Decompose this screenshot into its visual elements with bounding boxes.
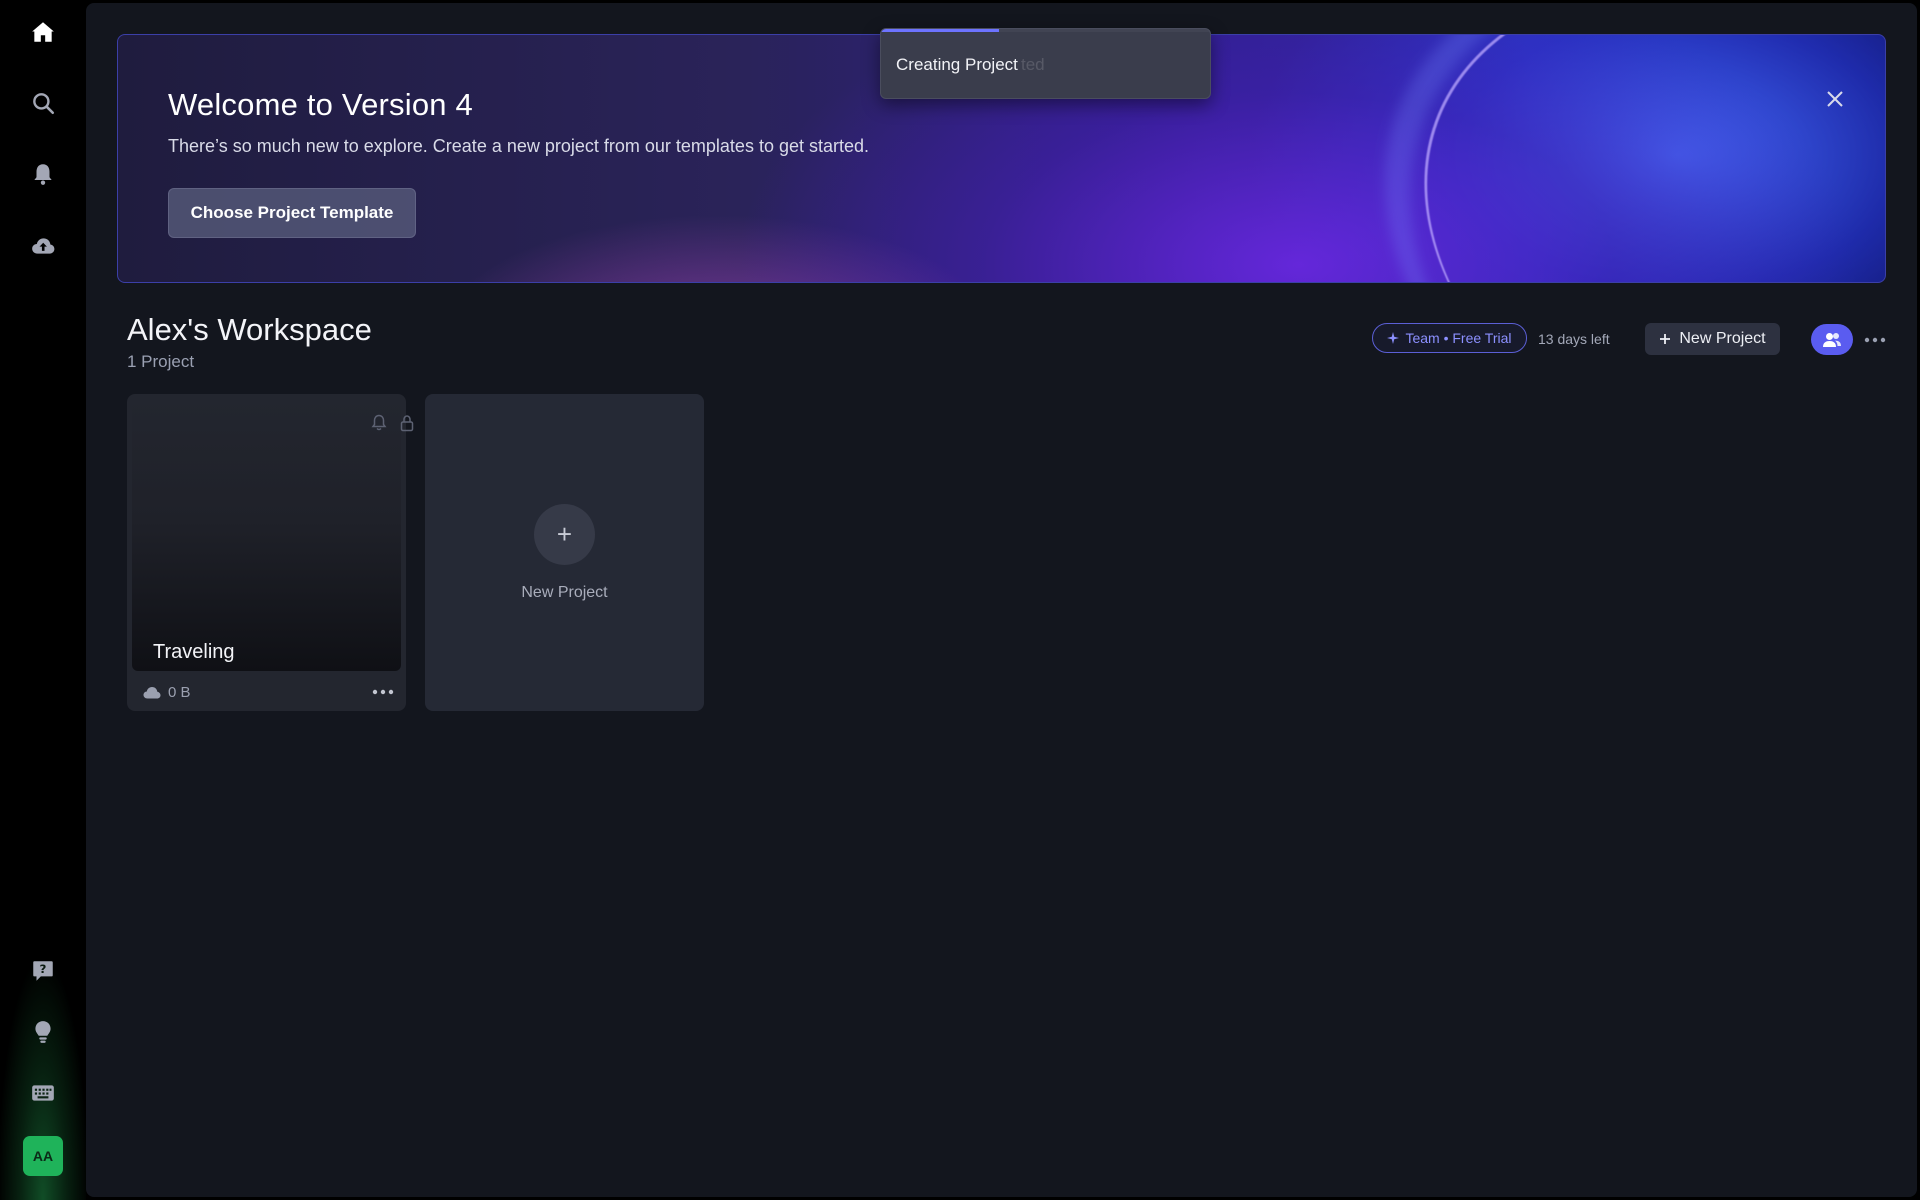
lightbulb-icon[interactable]: [25, 1014, 61, 1050]
new-project-card-label: New Project: [521, 584, 608, 601]
bell-icon[interactable]: [371, 414, 391, 434]
bell-icon[interactable]: [25, 156, 61, 192]
project-size-value: 0 B: [168, 684, 191, 701]
toast-progress-track: [881, 29, 1210, 32]
creating-project-toast: ted Creating Project: [880, 28, 1211, 99]
avatar-initials: AA: [32, 1148, 54, 1164]
cloud-icon: [143, 687, 161, 699]
project-thumbnail: Traveling: [132, 399, 401, 671]
more-horizontal-icon: [1864, 337, 1886, 342]
sidebar: ? AA: [0, 0, 86, 1200]
workspace-title: Alex's Workspace: [127, 312, 372, 347]
close-icon[interactable]: [1821, 85, 1849, 113]
project-count: 1 Project: [127, 352, 195, 371]
project-name: Traveling: [153, 641, 235, 663]
project-size: 0 B: [143, 684, 191, 701]
more-horizontal-icon: [372, 689, 394, 695]
choose-template-button[interactable]: Choose Project Template: [168, 188, 416, 238]
toast-ghost-text: ted: [1021, 55, 1045, 74]
help-icon[interactable]: ?: [25, 953, 61, 989]
trial-days-left: 13 days left: [1538, 331, 1610, 347]
workspace-more-button[interactable]: [1860, 324, 1890, 355]
user-avatar[interactable]: AA: [23, 1136, 63, 1176]
lock-icon[interactable]: [399, 414, 419, 434]
new-project-button-label: New Project: [1679, 330, 1766, 347]
main-panel: Welcome to Version 4 There’s so much new…: [86, 3, 1917, 1197]
toast-progress-fill: [881, 29, 1000, 32]
project-more-button[interactable]: [368, 680, 398, 704]
svg-text:?: ?: [40, 962, 47, 976]
new-project-card[interactable]: + New Project: [425, 394, 704, 711]
new-project-button[interactable]: New Project: [1645, 323, 1780, 355]
cloud-upload-icon[interactable]: [25, 228, 61, 264]
project-card[interactable]: Traveling 0 B: [127, 394, 414, 711]
plan-badge-label: Team • Free Trial: [1405, 330, 1512, 346]
toast-text: Creating Project: [896, 55, 1018, 74]
sparkle-icon: [1387, 332, 1400, 344]
home-icon[interactable]: [25, 14, 61, 50]
plan-badge[interactable]: Team • Free Trial: [1372, 323, 1527, 353]
members-button[interactable]: [1811, 324, 1853, 355]
banner-title: Welcome to Version 4: [168, 87, 473, 122]
keyboard-icon[interactable]: [25, 1075, 61, 1111]
banner-subtitle: There’s so much new to explore. Create a…: [168, 136, 870, 156]
add-icon[interactable]: +: [534, 504, 595, 565]
plus-icon: [1660, 334, 1671, 344]
search-icon[interactable]: [25, 85, 61, 121]
people-icon: [1823, 332, 1841, 347]
